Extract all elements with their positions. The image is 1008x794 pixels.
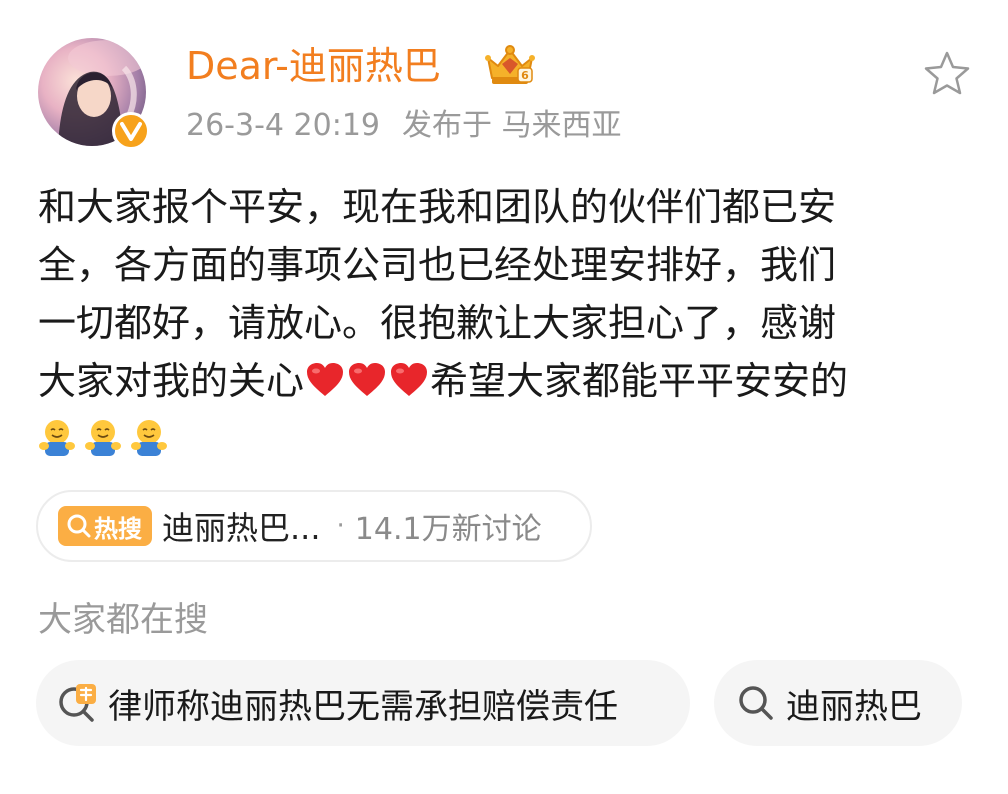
svg-text:6: 6 (521, 69, 529, 82)
hug-emoji (39, 420, 75, 456)
star-icon[interactable] (922, 50, 972, 98)
hot-search-label: 热搜 (94, 514, 142, 543)
search-icon (67, 514, 91, 538)
hot-search-icon (59, 684, 96, 722)
post-body-line: 和大家报个平安，现在我和团队的伙伴们都已安 (38, 185, 837, 229)
post-body-text: 大家对我的关心 (38, 359, 305, 403)
related-search-label: 迪丽热巴 (786, 686, 922, 727)
related-search-chip[interactable]: 律师称迪丽热巴无需承担赔偿责任 (36, 660, 690, 746)
vip-crown-icon: 6 (485, 45, 535, 84)
separator-dot: · (336, 511, 345, 541)
post-location: 发布于 马来西亚 (402, 108, 622, 143)
hug-emoji (131, 420, 167, 456)
username[interactable]: Dear-迪丽热巴 (186, 40, 441, 92)
post-timestamp: 26-3-4 20:19 (186, 108, 380, 143)
verified-badge-icon (112, 112, 150, 150)
post-meta: 26-3-4 20:19 发布于 马来西亚 (186, 104, 622, 148)
red-heart-emoji (349, 363, 386, 396)
related-searches-title: 大家都在搜 (38, 600, 208, 640)
post-body-text: 希望大家都能平平安安的 (430, 359, 849, 403)
red-heart-emoji (307, 363, 344, 396)
hot-search-tag: 热搜 (58, 506, 152, 546)
related-search-label: 律师称迪丽热巴无需承担赔偿责任 (108, 686, 618, 727)
post-body: 和大家报个平安，现在我和团队的伙伴们都已安 全，各方面的事项公司也已经处理安排好… (38, 178, 950, 468)
trending-topic-pill[interactable]: 热搜 迪丽热巴... · 14.1万新讨论 (36, 490, 592, 562)
related-search-chip[interactable]: 迪丽热巴 (714, 660, 962, 746)
post-body-line: 大家对我的关心 希望大家都能平平安安的 (38, 352, 950, 410)
post-body-line: 一切都好，请放心。很抱歉让大家担心了，感谢 (38, 301, 837, 345)
discussion-count: 14.1万新讨论 (354, 512, 542, 547)
post-body-line: 全，各方面的事项公司也已经处理安排好，我们 (38, 243, 837, 287)
red-heart-emoji (391, 363, 428, 396)
trending-topic: 迪丽热巴... (162, 509, 321, 547)
hug-emoji (85, 420, 121, 456)
post-body-line (38, 410, 950, 468)
search-icon (739, 686, 773, 720)
